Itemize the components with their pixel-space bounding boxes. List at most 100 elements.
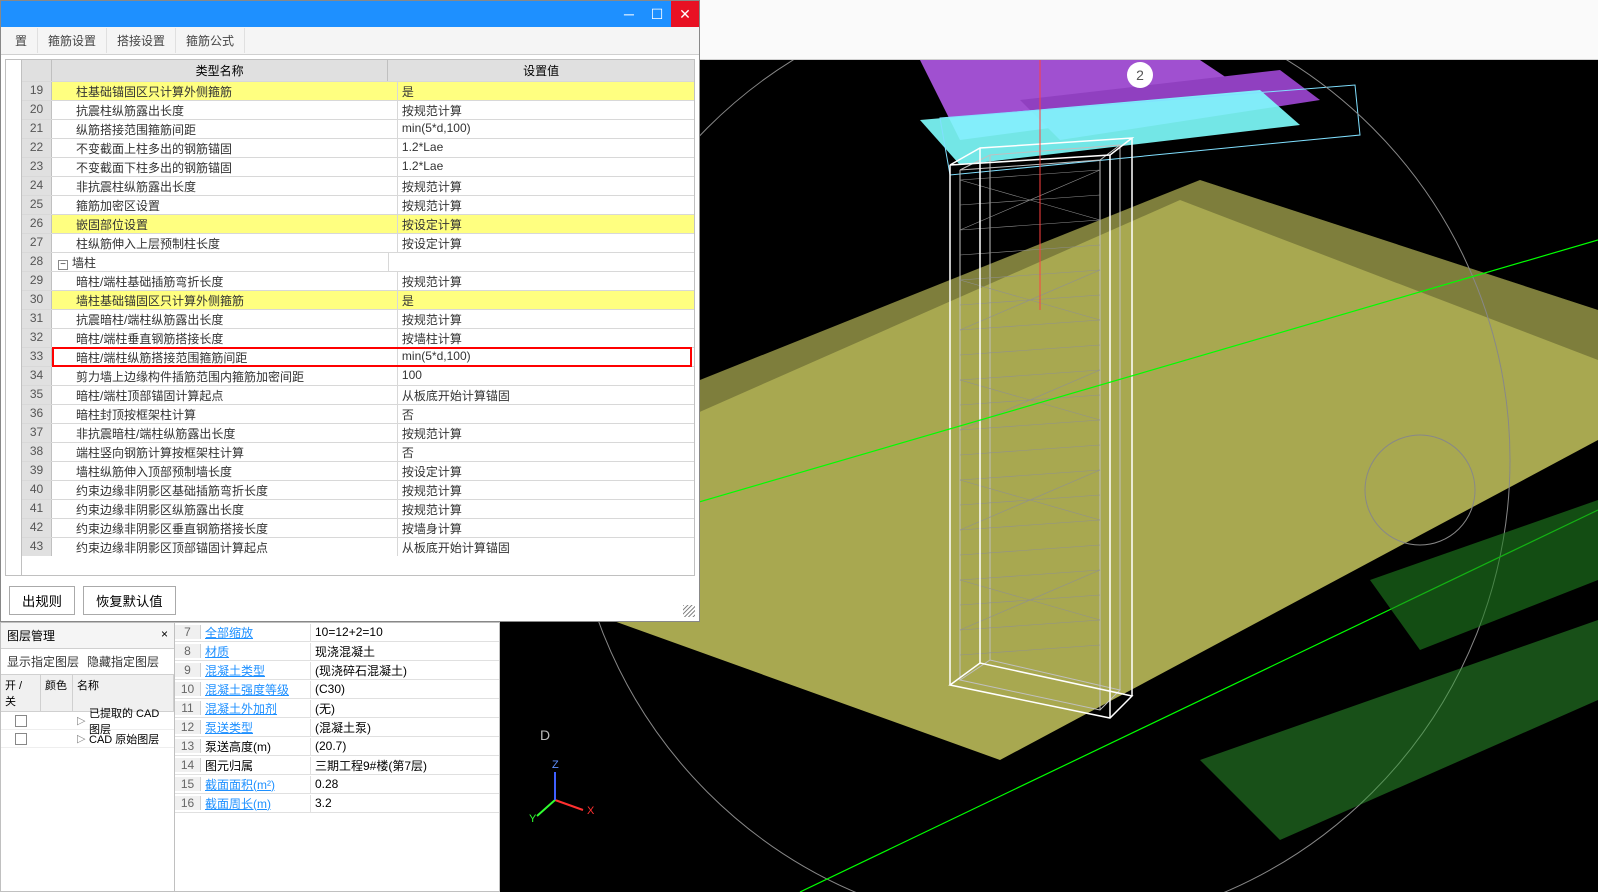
grid-row[interactable]: 24非抗震柱纵筋露出长度按规范计算	[22, 176, 694, 195]
row-value[interactable]: 按设定计算	[398, 215, 694, 233]
row-value[interactable]: 按规范计算	[398, 424, 694, 442]
property-row[interactable]: 8材质现浇混凝土	[175, 642, 499, 661]
row-value[interactable]: 按规范计算	[398, 481, 694, 499]
row-value[interactable]: 按设定计算	[398, 462, 694, 480]
row-value[interactable]: 按墙身计算	[398, 519, 694, 537]
tab-tie-settings[interactable]: 置	[5, 28, 38, 53]
property-row[interactable]: 12泵送类型(混凝土泵)	[175, 718, 499, 737]
property-row[interactable]: 13泵送高度(m)(20.7)	[175, 737, 499, 756]
row-value[interactable]: 1.2*Lae	[398, 158, 694, 176]
hide-layer-link[interactable]: 隐藏指定图层	[87, 653, 159, 670]
row-value[interactable]: 按规范计算	[398, 101, 694, 119]
property-row[interactable]: 16截面周长(m)3.2	[175, 794, 499, 813]
property-row[interactable]: 7全部缩放10=12+2=10	[175, 623, 499, 642]
grid-row[interactable]: 38端柱竖向钢筋计算按框架柱计算否	[22, 442, 694, 461]
tab-stirrup-formula[interactable]: 箍筋公式	[176, 28, 245, 53]
property-row[interactable]: 14图元归属三期工程9#楼(第7层)	[175, 756, 499, 775]
tab-stirrup-settings[interactable]: 箍筋设置	[38, 28, 107, 53]
layer-checkbox[interactable]	[1, 713, 41, 727]
property-value[interactable]: (C30)	[311, 682, 499, 696]
maximize-button[interactable]: ☐	[643, 1, 671, 27]
property-value[interactable]: 三期工程9#楼(第7层)	[311, 757, 499, 774]
grid-row[interactable]: 27柱纵筋伸入上层预制柱长度按设定计算	[22, 233, 694, 252]
expand-icon[interactable]: ▷	[73, 731, 85, 746]
close-button[interactable]: ✕	[671, 1, 699, 27]
grid-row[interactable]: 25箍筋加密区设置按规范计算	[22, 195, 694, 214]
row-value[interactable]: 按规范计算	[398, 310, 694, 328]
property-name[interactable]: 混凝土类型	[201, 662, 311, 679]
grid-row[interactable]: 40约束边缘非阴影区基础插筋弯折长度按规范计算	[22, 480, 694, 499]
property-row[interactable]: 10混凝土强度等级(C30)	[175, 680, 499, 699]
property-value[interactable]: 现浇混凝土	[311, 643, 499, 660]
collapse-icon[interactable]: −	[58, 260, 68, 270]
property-value[interactable]: (20.7)	[311, 739, 499, 753]
grid-row[interactable]: 31抗震暗柱/端柱纵筋露出长度按规范计算	[22, 309, 694, 328]
layer-row[interactable]: ▷CAD 原始图层	[1, 730, 174, 748]
export-rules-button[interactable]: 出规则	[9, 586, 75, 615]
grid-row[interactable]: 22不变截面上柱多出的钢筋锚固1.2*Lae	[22, 138, 694, 157]
grid-row[interactable]: 26嵌固部位设置按设定计算	[22, 214, 694, 233]
grid-row[interactable]: 39墙柱纵筋伸入顶部预制墙长度按设定计算	[22, 461, 694, 480]
minimize-button[interactable]: ─	[615, 1, 643, 27]
property-value[interactable]: 0.28	[311, 777, 499, 791]
property-value[interactable]: (现浇碎石混凝土)	[311, 662, 499, 679]
grid-row[interactable]: 35暗柱/端柱顶部锚固计算起点从板底开始计算锚固	[22, 385, 694, 404]
property-name[interactable]: 截面面积(m²)	[201, 776, 311, 793]
row-value[interactable]: 否	[398, 443, 694, 461]
grid-row[interactable]: 43约束边缘非阴影区顶部锚固计算起点从板底开始计算锚固	[22, 537, 694, 556]
row-value[interactable]	[389, 253, 694, 271]
grid-row[interactable]: 21纵筋搭接范围箍筋间距min(5*d,100)	[22, 119, 694, 138]
close-icon[interactable]: ×	[161, 627, 168, 644]
row-value[interactable]: 是	[398, 291, 694, 309]
grid-row[interactable]: 34剪力墙上边缘构件插筋范围内箍筋加密间距100	[22, 366, 694, 385]
property-row[interactable]: 9混凝土类型(现浇碎石混凝土)	[175, 661, 499, 680]
row-value[interactable]: 否	[398, 405, 694, 423]
row-value[interactable]: 从板底开始计算锚固	[398, 386, 694, 404]
settings-grid[interactable]: 类型名称 设置值 19柱基础锚固区只计算外侧箍筋是20抗震柱纵筋露出长度按规范计…	[21, 59, 695, 576]
grid-row[interactable]: 19柱基础锚固区只计算外侧箍筋是	[22, 81, 694, 100]
row-value[interactable]: 按规范计算	[398, 272, 694, 290]
tab-overlap-settings[interactable]: 搭接设置	[107, 28, 176, 53]
row-value[interactable]: min(5*d,100)	[398, 120, 694, 138]
grid-row[interactable]: 30墙柱基础锚固区只计算外侧箍筋是	[22, 290, 694, 309]
grid-row[interactable]: 23不变截面下柱多出的钢筋锚固1.2*Lae	[22, 157, 694, 176]
restore-default-button[interactable]: 恢复默认值	[83, 586, 176, 615]
row-value[interactable]: min(5*d,100)	[398, 348, 694, 366]
grid-row[interactable]: 37非抗震暗柱/端柱纵筋露出长度按规范计算	[22, 423, 694, 442]
grid-row[interactable]: 36暗柱封顶按框架柱计算否	[22, 404, 694, 423]
property-value[interactable]: 10=12+2=10	[311, 625, 499, 639]
property-name[interactable]: 混凝土强度等级	[201, 681, 311, 698]
expand-icon[interactable]: ▷	[73, 713, 85, 728]
property-value[interactable]: (无)	[311, 700, 499, 717]
property-row[interactable]: 11混凝土外加剂(无)	[175, 699, 499, 718]
property-value[interactable]: 3.2	[311, 796, 499, 810]
resize-grip-icon[interactable]	[683, 605, 695, 617]
grid-row[interactable]: 28−墙柱	[22, 252, 694, 271]
property-name[interactable]: 截面周长(m)	[201, 795, 311, 812]
row-value[interactable]: 是	[398, 82, 694, 100]
row-value[interactable]: 按规范计算	[398, 196, 694, 214]
row-value[interactable]: 按设定计算	[398, 234, 694, 252]
property-name[interactable]: 混凝土外加剂	[201, 700, 311, 717]
grid-row[interactable]: 20抗震柱纵筋露出长度按规范计算	[22, 100, 694, 119]
row-value[interactable]: 100	[398, 367, 694, 385]
grid-row[interactable]: 33暗柱/端柱纵筋搭接范围箍筋间距min(5*d,100)	[22, 347, 694, 366]
property-name[interactable]: 泵送类型	[201, 719, 311, 736]
row-value[interactable]: 按规范计算	[398, 500, 694, 518]
row-value[interactable]: 按墙柱计算	[398, 329, 694, 347]
grid-row[interactable]: 32暗柱/端柱垂直钢筋搭接长度按墙柱计算	[22, 328, 694, 347]
layer-checkbox[interactable]	[1, 731, 41, 745]
property-value[interactable]: (混凝土泵)	[311, 719, 499, 736]
grid-row[interactable]: 42约束边缘非阴影区垂直钢筋搭接长度按墙身计算	[22, 518, 694, 537]
property-number: 15	[175, 777, 201, 791]
property-row[interactable]: 15截面面积(m²)0.28	[175, 775, 499, 794]
grid-row[interactable]: 29暗柱/端柱基础插筋弯折长度按规范计算	[22, 271, 694, 290]
row-value[interactable]: 按规范计算	[398, 177, 694, 195]
row-value[interactable]: 从板底开始计算锚固	[398, 538, 694, 556]
row-value[interactable]: 1.2*Lae	[398, 139, 694, 157]
show-layer-link[interactable]: 显示指定图层	[7, 653, 79, 670]
grid-row[interactable]: 41约束边缘非阴影区纵筋露出长度按规范计算	[22, 499, 694, 518]
layer-row[interactable]: ▷已提取的 CAD 图层	[1, 712, 174, 730]
property-name[interactable]: 全部缩放	[201, 624, 311, 641]
property-name[interactable]: 材质	[201, 643, 311, 660]
